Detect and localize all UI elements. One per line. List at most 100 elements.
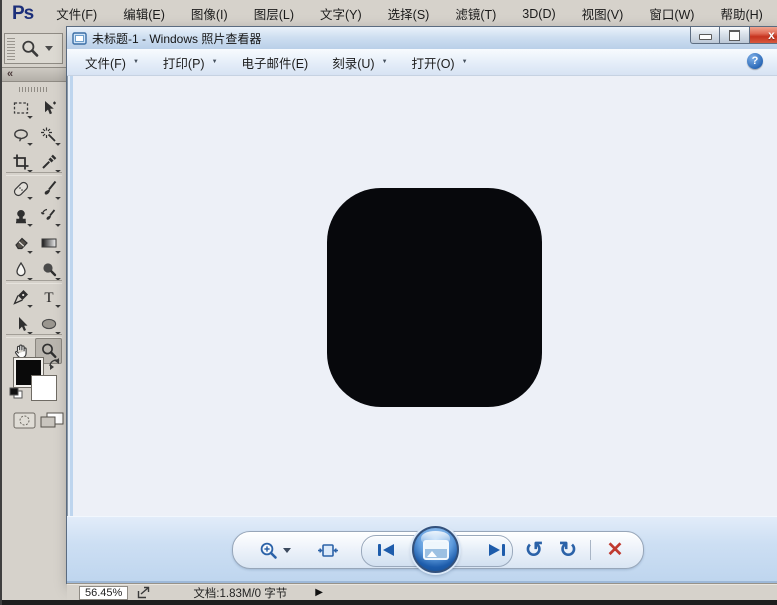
rotate-clockwise-button[interactable]: ↻ [555,532,581,568]
dropdown-arrow-icon [45,46,53,51]
viewer-menu-email[interactable]: 电子邮件(E) [242,53,309,72]
actual-size-button[interactable] [313,532,343,568]
move-tool[interactable] [35,95,62,121]
dropdown-arrow-icon: ▼ [462,59,468,65]
viewer-control-bar: ↺ ↻ ✕ [232,531,644,569]
viewer-titlebar[interactable]: 未标题-1 - Windows 照片查看器 x [67,27,777,49]
dropdown-arrow-icon: ▼ [212,59,218,65]
close-button[interactable]: x [750,27,777,44]
ps-menu-edit[interactable]: 编辑(E) [110,4,178,23]
dropdown-arrow-icon: ▼ [133,59,139,65]
gradient-tool[interactable] [35,230,62,256]
ps-menu-view[interactable]: 视图(V) [569,4,637,23]
rotate-counterclockwise-button[interactable]: ↺ [521,532,547,568]
zoom-menu-button[interactable] [255,532,295,568]
viewer-menu-burn[interactable]: 刻录(U) ▼ [332,53,387,72]
viewer-menu-open[interactable]: 打开(O) ▼ [412,53,468,72]
default-colors-icon[interactable] [9,387,23,399]
ps-menu-filter[interactable]: 滤镜(T) [442,4,509,23]
status-expand-arrow[interactable]: ▶ [315,587,323,598]
eraser-tool[interactable] [7,230,34,256]
dropdown-arrow-icon: ▼ [382,59,388,65]
magic-wand-tool[interactable] [35,122,62,148]
black-rounded-square-image [327,188,542,407]
maximize-button[interactable] [720,27,750,44]
photo-canvas [73,76,777,517]
window-bottom-edge [2,600,777,605]
ps-menu-layer[interactable]: 图层(L) [241,4,307,23]
magnifier-icon [20,39,40,59]
zoom-level-field[interactable]: 56.45% [79,586,128,600]
minimize-icon [699,34,712,40]
clone-stamp-icon [12,207,30,225]
export-icon[interactable] [136,586,151,600]
healing-brush-tool[interactable] [7,176,34,202]
rotate-cw-icon: ↻ [559,540,577,560]
type-tool[interactable]: T [35,284,62,310]
viewer-bottom-chrome: ↺ ↻ ✕ [67,516,777,583]
previous-icon [376,543,396,557]
maximize-icon [729,30,740,41]
next-button[interactable] [477,532,517,568]
blur-icon [12,261,30,279]
collapse-icon: « [7,68,13,80]
magic-wand-icon [40,126,58,144]
dropdown-arrow-icon [283,548,291,553]
history-brush-icon [40,207,58,225]
dodge-icon [40,261,58,279]
ps-menu-type[interactable]: 文字(Y) [307,4,375,23]
viewer-menu-print[interactable]: 打印(P) ▼ [163,53,218,72]
quick-mask-button[interactable] [13,412,36,429]
pen-tool[interactable] [7,284,34,310]
ps-menu-file[interactable]: 文件(F) [43,4,110,23]
viewer-menu-file[interactable]: 文件(F) ▼ [85,53,139,72]
viewer-window-icon [72,32,87,45]
zoom-options-panel[interactable] [4,33,63,64]
eraser-icon [12,234,30,252]
photoshop-menubar: Ps 文件(F) 编辑(E) 图像(I) 图层(L) 文字(Y) 选择(S) 滤… [2,0,777,27]
ps-menu-help[interactable]: 帮助(H) [707,4,775,23]
magnifier-plus-icon [259,541,279,560]
slideshow-icon [423,540,449,560]
brush-tool[interactable] [35,176,62,202]
history-brush-tool[interactable] [35,203,62,229]
crop-icon [12,153,30,171]
marquee-icon [12,99,30,117]
window-controls: x [690,27,777,44]
pen-icon [12,288,30,306]
ps-menu-window[interactable]: 窗口(W) [636,4,707,23]
photoshop-logo: Ps [12,3,33,25]
play-slideshow-button[interactable] [412,526,459,573]
collapse-panels-button[interactable]: « [2,67,67,82]
brush-icon [40,180,58,198]
minimize-button[interactable] [690,27,720,44]
ps-menu-3d[interactable]: 3D(D) [509,7,568,21]
eyedropper-icon [40,153,58,171]
control-separator [590,540,591,560]
photoshop-tool-column: « [2,27,67,605]
ps-menu-select[interactable]: 选择(S) [375,4,443,23]
marquee-tool[interactable] [7,95,34,121]
move-icon [40,99,58,117]
lasso-tool[interactable] [7,122,34,148]
screen-mode-button[interactable] [40,412,64,429]
swap-colors-icon[interactable] [47,357,63,372]
document-size-info: 文档:1.83M/0 字节 [193,585,287,601]
help-button[interactable]: ? [747,53,763,69]
background-color-swatch[interactable] [31,375,57,401]
clone-stamp-tool[interactable] [7,203,34,229]
next-icon [487,543,507,557]
desktop: Ps 文件(F) 编辑(E) 图像(I) 图层(L) 文字(Y) 选择(S) 滤… [0,0,777,605]
toolbox-grip [19,87,49,92]
viewer-menubar: 文件(F) ▼ 打印(P) ▼ 电子邮件(E) 刻录(U) ▼ 打开(O) ▼ [67,49,777,76]
photo-viewer-window: 未标题-1 - Windows 照片查看器 x 文件(F) ▼ 打印(P) ▼ … [67,27,777,583]
gradient-icon [40,234,58,252]
viewer-title: 未标题-1 - Windows 照片查看器 [92,30,261,47]
ps-menu-image[interactable]: 图像(I) [178,4,241,23]
fit-to-window-icon [317,542,339,559]
photoshop-status-bar: 56.45% 文档:1.83M/0 字节 ▶ [67,583,777,601]
close-icon: x [768,28,775,43]
delete-button[interactable]: ✕ [599,532,631,568]
svg-text:T: T [44,290,53,306]
previous-button[interactable] [366,532,406,568]
